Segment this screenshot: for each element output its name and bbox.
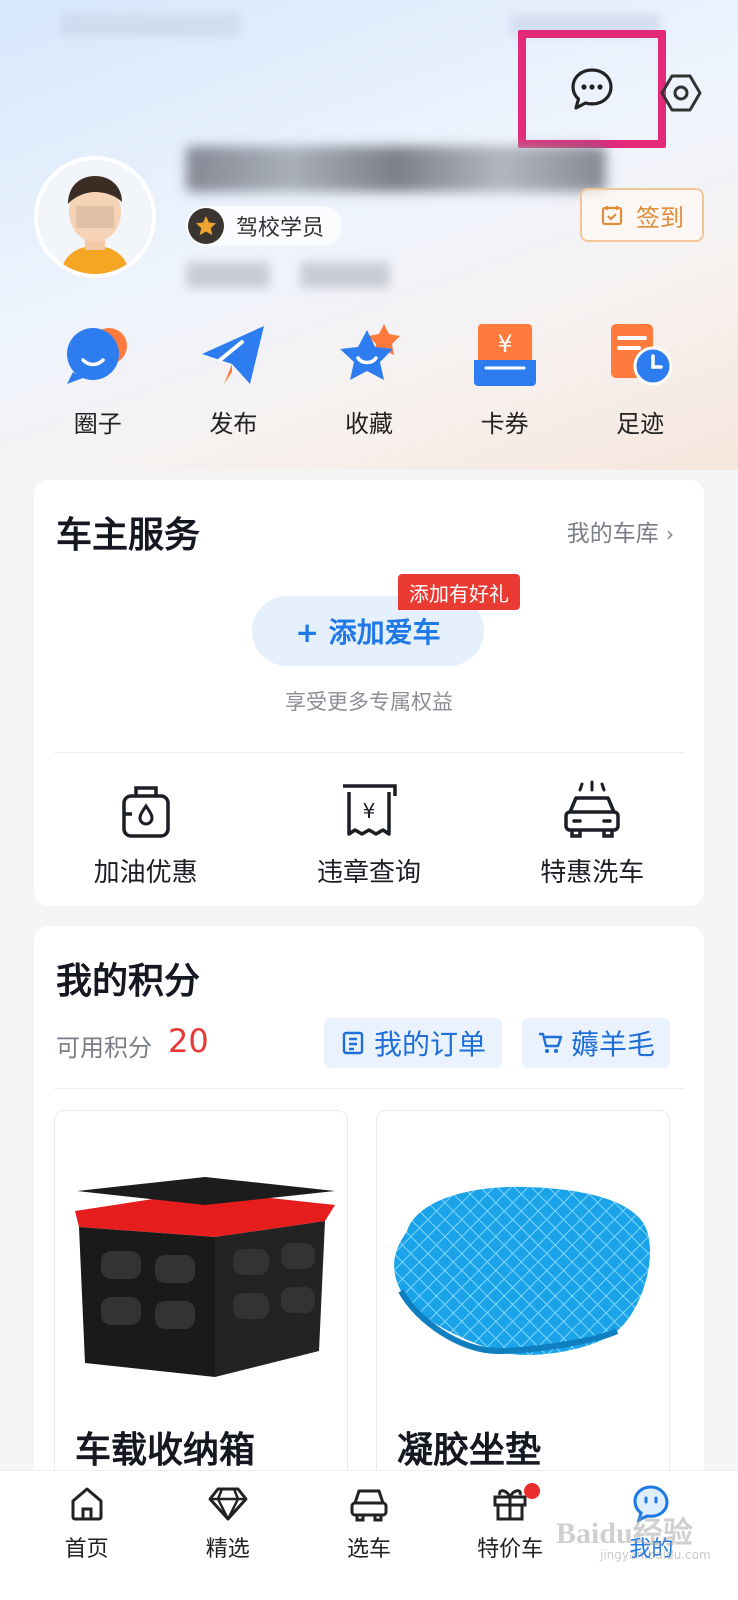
avatar[interactable] xyxy=(34,156,156,278)
settings-button[interactable] xyxy=(660,72,702,114)
shopping-cart-icon xyxy=(538,1032,563,1053)
service-label: 违章查询 xyxy=(316,858,421,888)
signin-button[interactable]: 签到 xyxy=(580,188,704,242)
owner-service-card: 车主服务 我的车库 › + 添加爱车 添加有好礼 享受更多专属权益 加油优惠 ¥… xyxy=(34,480,704,906)
my-garage-link[interactable]: 我的车库 › xyxy=(567,514,674,548)
my-orders-button[interactable]: 我的订单 xyxy=(324,1018,502,1068)
chevron-right-icon: › xyxy=(666,522,674,546)
quick-action-circle[interactable]: 圈子 xyxy=(48,320,148,450)
tab-featured[interactable]: 精选 xyxy=(168,1471,288,1600)
my-orders-label: 我的订单 xyxy=(373,1028,486,1061)
paper-plane-icon xyxy=(202,326,265,384)
calendar-check-icon xyxy=(601,206,623,226)
quick-action-history[interactable]: 足迹 xyxy=(590,320,690,450)
service-fuel-discount[interactable]: 加油优惠 xyxy=(56,780,236,889)
gift-promo-tag: 添加有好礼 xyxy=(398,574,520,610)
star-icon xyxy=(339,324,400,380)
user-stat-blurred-1 xyxy=(186,262,270,288)
username-blurred xyxy=(186,146,606,192)
tab-label: 特价车 xyxy=(477,1537,544,1562)
product-name: 凝胶坐垫 xyxy=(397,1430,542,1471)
quick-action-publish[interactable]: 发布 xyxy=(183,320,283,450)
status-bar-left-blurred xyxy=(60,14,240,36)
tab-label: 首页 xyxy=(64,1537,109,1562)
watermark-url: jingyan.baidu.com xyxy=(600,1548,711,1562)
quick-action-label: 收藏 xyxy=(344,410,393,438)
my-garage-label: 我的车库 xyxy=(566,521,659,547)
quick-action-favorites[interactable]: 收藏 xyxy=(319,320,419,450)
quick-action-coupons[interactable]: ¥ 卡券 xyxy=(455,320,555,450)
svg-text:¥: ¥ xyxy=(363,799,376,823)
violation-receipt-icon: ¥ xyxy=(342,784,397,836)
tab-special-cars[interactable]: 特价车 xyxy=(450,1471,570,1600)
service-label: 特惠洗车 xyxy=(540,858,645,888)
car-wash-icon xyxy=(564,780,621,838)
service-violation-query[interactable]: ¥ 违章查询 xyxy=(279,780,459,889)
home-icon xyxy=(71,1487,103,1521)
watermark-logo: Baidu经验 xyxy=(556,1517,693,1550)
quick-action-label: 发布 xyxy=(209,410,258,438)
quick-action-label: 圈子 xyxy=(73,410,122,438)
car-icon xyxy=(350,1489,388,1522)
diamond-icon xyxy=(208,1487,248,1521)
svg-text:¥: ¥ xyxy=(497,330,512,358)
divider xyxy=(54,752,684,753)
messages-button[interactable] xyxy=(518,30,666,148)
deals-button[interactable]: 薅羊毛 xyxy=(522,1018,670,1068)
history-icon xyxy=(611,324,673,386)
avatar-image xyxy=(38,160,152,274)
chat-bubbles-icon xyxy=(66,328,127,384)
points-card: 我的积分 可用积分 20 我的订单 薅羊毛 车载收纳箱 凝胶坐垫 xyxy=(34,926,704,1510)
user-stat-blurred-2 xyxy=(300,262,390,288)
order-list-icon xyxy=(342,1031,364,1055)
gel-cushion-image xyxy=(394,1186,651,1355)
points-title: 我的积分 xyxy=(56,961,201,1002)
available-points-value[interactable]: 20 xyxy=(168,1022,209,1060)
available-points-label: 可用积分 xyxy=(56,1034,152,1062)
product-card[interactable]: 车载收纳箱 xyxy=(54,1110,348,1510)
product-card[interactable]: 凝胶坐垫 xyxy=(376,1110,670,1510)
storage-box-image xyxy=(75,1177,335,1377)
tab-home[interactable]: 首页 xyxy=(27,1471,147,1600)
user-level-label: 驾校学员 xyxy=(236,216,325,241)
quick-action-label: 足迹 xyxy=(616,410,665,438)
quick-actions: 圈子 发布 收藏 ¥ 卡券 足迹 xyxy=(0,320,738,450)
message-bubble-icon xyxy=(571,68,613,110)
notification-dot xyxy=(524,1483,541,1499)
product-name: 车载收纳箱 xyxy=(75,1430,256,1471)
service-row: 加油优惠 ¥ 违章查询 特惠洗车 xyxy=(34,780,704,889)
fuel-icon xyxy=(121,786,170,838)
user-level-badge[interactable]: 驾校学员 xyxy=(186,206,343,246)
medal-star-icon xyxy=(188,208,224,244)
signin-label: 签到 xyxy=(636,203,684,232)
deals-label: 薅羊毛 xyxy=(570,1028,655,1061)
add-car-subtitle: 享受更多专属权益 xyxy=(285,690,453,714)
tab-label: 精选 xyxy=(205,1537,250,1562)
service-car-wash[interactable]: 特惠洗车 xyxy=(502,780,682,889)
coupon-icon: ¥ xyxy=(473,324,536,386)
tab-label: 选车 xyxy=(346,1537,391,1562)
settings-hexagon-icon xyxy=(660,74,702,112)
divider xyxy=(54,1088,684,1089)
service-label: 加油优惠 xyxy=(93,858,198,888)
tab-choose-car[interactable]: 选车 xyxy=(309,1471,429,1600)
owner-service-title: 车主服务 xyxy=(56,515,201,556)
quick-action-label: 卡券 xyxy=(480,410,529,438)
